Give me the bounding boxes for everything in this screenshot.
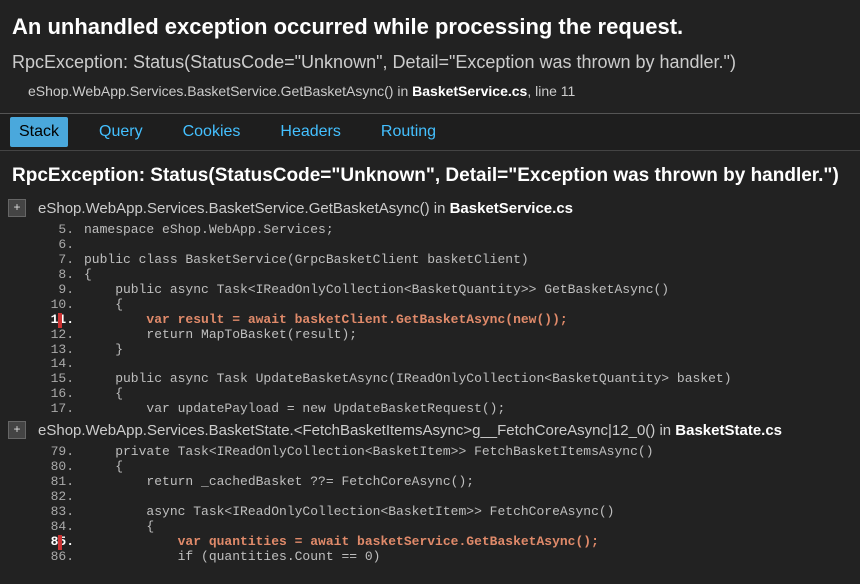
code-line-highlight: 85. var quantities = await basketService…	[36, 535, 852, 550]
line-number: 11.	[36, 313, 84, 328]
line-number: 13.	[36, 343, 84, 358]
top-frame-line: , line 11	[527, 83, 575, 99]
line-number: 15.	[36, 372, 84, 387]
code-line: 10. {	[36, 298, 852, 313]
code-line: 5.namespace eShop.WebApp.Services;	[36, 223, 852, 238]
code-text: var result = await basketClient.GetBaske…	[84, 313, 852, 328]
code-text: return MapToBasket(result);	[84, 328, 852, 343]
expand-icon[interactable]: +	[8, 421, 26, 439]
code-line: 84. {	[36, 520, 852, 535]
line-number: 9.	[36, 283, 84, 298]
frame-method: eShop.WebApp.Services.BasketService.GetB…	[34, 200, 573, 217]
line-number: 86.	[36, 550, 84, 565]
tab-cookies[interactable]: Cookies	[174, 117, 250, 146]
code-text: namespace eShop.WebApp.Services;	[84, 223, 852, 238]
top-frame-method: eShop.WebApp.Services.BasketService.GetB…	[28, 83, 412, 99]
line-number: 6.	[36, 238, 84, 253]
line-number: 84.	[36, 520, 84, 535]
top-frame-file: BasketService.cs	[412, 83, 527, 99]
code-line: 86. if (quantities.Count == 0)	[36, 550, 852, 565]
code-line: 15. public async Task UpdateBasketAsync(…	[36, 372, 852, 387]
code-line: 8.{	[36, 268, 852, 283]
line-number: 14.	[36, 357, 84, 372]
stack-heading: RpcException: Status(StatusCode="Unknown…	[8, 165, 852, 195]
top-frame-summary: eShop.WebApp.Services.BasketService.GetB…	[0, 83, 860, 113]
code-line: 16. {	[36, 387, 852, 402]
code-line: 14.	[36, 357, 852, 372]
tab-headers[interactable]: Headers	[271, 117, 349, 146]
code-text: public async Task<IReadOnlyCollection<Ba…	[84, 283, 852, 298]
code-text: {	[84, 268, 852, 283]
code-block: 79. private Task<IReadOnlyCollection<Bas…	[8, 445, 852, 565]
code-line: 13. }	[36, 343, 852, 358]
tab-routing[interactable]: Routing	[372, 117, 445, 146]
code-text: {	[84, 387, 852, 402]
code-text: {	[84, 460, 852, 475]
code-text: var quantities = await basketService.Get…	[84, 535, 852, 550]
code-text: return _cachedBasket ??= FetchCoreAsync(…	[84, 475, 852, 490]
tabs-bar: Stack Query Cookies Headers Routing	[0, 113, 860, 151]
code-line: 12. return MapToBasket(result);	[36, 328, 852, 343]
code-line: 6.	[36, 238, 852, 253]
code-text: async Task<IReadOnlyCollection<BasketIte…	[84, 505, 852, 520]
code-text: private Task<IReadOnlyCollection<BasketI…	[84, 445, 852, 460]
code-text: public async Task UpdateBasketAsync(IRea…	[84, 372, 852, 387]
tab-stack[interactable]: Stack	[10, 117, 68, 146]
exception-summary: RpcException: Status(StatusCode="Unknown…	[0, 48, 860, 83]
line-number: 82.	[36, 490, 84, 505]
line-number: 81.	[36, 475, 84, 490]
tab-query[interactable]: Query	[90, 117, 152, 146]
line-number: 79.	[36, 445, 84, 460]
stack-frame: + eShop.WebApp.Services.BasketService.Ge…	[8, 195, 852, 417]
code-line: 7.public class BasketService(GrpcBasketC…	[36, 253, 852, 268]
code-line: 17. var updatePayload = new UpdateBasket…	[36, 402, 852, 417]
frame-file: BasketService.cs	[450, 200, 573, 217]
expand-icon[interactable]: +	[8, 199, 26, 217]
code-line: 80. {	[36, 460, 852, 475]
line-number: 5.	[36, 223, 84, 238]
line-number: 17.	[36, 402, 84, 417]
code-text: {	[84, 298, 852, 313]
line-number: 85.	[36, 535, 84, 550]
stack-frame-header[interactable]: + eShop.WebApp.Services.BasketState.<Fet…	[8, 417, 852, 445]
code-line: 83. async Task<IReadOnlyCollection<Baske…	[36, 505, 852, 520]
frame-method: eShop.WebApp.Services.BasketState.<Fetch…	[34, 422, 782, 439]
code-line-highlight: 11. var result = await basketClient.GetB…	[36, 313, 852, 328]
code-text: public class BasketService(GrpcBasketCli…	[84, 253, 852, 268]
code-text: if (quantities.Count == 0)	[84, 550, 852, 565]
frame-method-text: eShop.WebApp.Services.BasketService.GetB…	[38, 200, 450, 217]
frame-file: BasketState.cs	[675, 422, 782, 439]
line-number: 10.	[36, 298, 84, 313]
stack-frame-header[interactable]: + eShop.WebApp.Services.BasketService.Ge…	[8, 195, 852, 223]
line-number: 16.	[36, 387, 84, 402]
code-line: 9. public async Task<IReadOnlyCollection…	[36, 283, 852, 298]
line-number: 7.	[36, 253, 84, 268]
line-number: 12.	[36, 328, 84, 343]
code-text: }	[84, 343, 852, 358]
line-number: 83.	[36, 505, 84, 520]
code-line: 81. return _cachedBasket ??= FetchCoreAs…	[36, 475, 852, 490]
code-text: var updatePayload = new UpdateBasketRequ…	[84, 402, 852, 417]
line-number: 80.	[36, 460, 84, 475]
line-number: 8.	[36, 268, 84, 283]
stack-panel: RpcException: Status(StatusCode="Unknown…	[0, 151, 860, 565]
code-text: {	[84, 520, 852, 535]
code-block: 5.namespace eShop.WebApp.Services; 6. 7.…	[8, 223, 852, 417]
stack-frame: + eShop.WebApp.Services.BasketState.<Fet…	[8, 417, 852, 565]
code-line: 82.	[36, 490, 852, 505]
page-title: An unhandled exception occurred while pr…	[0, 0, 860, 48]
code-line: 79. private Task<IReadOnlyCollection<Bas…	[36, 445, 852, 460]
frame-method-text: eShop.WebApp.Services.BasketState.<Fetch…	[38, 422, 675, 439]
